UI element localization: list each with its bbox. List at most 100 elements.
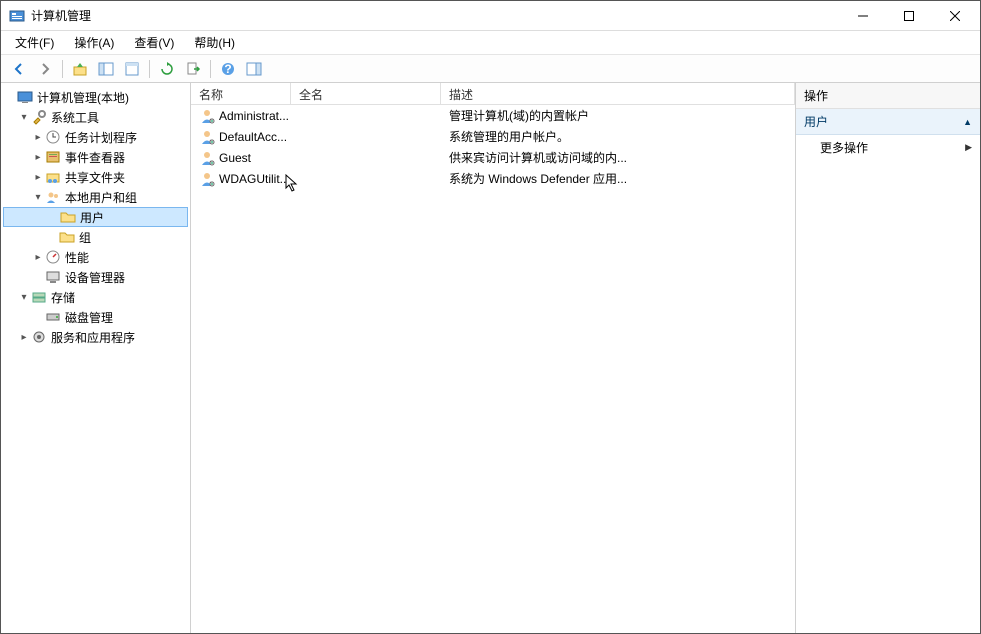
tree-node-system-tools[interactable]: ▾ 系统工具 xyxy=(3,107,188,127)
menu-file[interactable]: 文件(F) xyxy=(7,32,62,53)
collapse-icon[interactable]: ▾ xyxy=(17,112,31,123)
forward-button[interactable] xyxy=(33,58,57,80)
menu-view[interactable]: 查看(V) xyxy=(126,32,182,53)
computer-icon xyxy=(17,89,33,105)
toolbar-separator xyxy=(62,60,63,78)
help-button[interactable]: ? xyxy=(216,58,240,80)
tree-node-performance[interactable]: ▸ 性能 xyxy=(3,247,188,267)
tree-label: 设备管理器 xyxy=(65,269,125,286)
user-icon xyxy=(199,171,215,187)
toolbar-separator xyxy=(210,60,211,78)
user-description-cell: 系统为 Windows Defender 应用... xyxy=(441,170,795,187)
show-hide-action-pane-button[interactable] xyxy=(242,58,266,80)
tree-label: 组 xyxy=(79,229,91,246)
user-description-cell: 系统管理的用户帐户。 xyxy=(441,128,795,145)
show-hide-tree-button[interactable] xyxy=(94,58,118,80)
tree-label: 用户 xyxy=(80,209,104,226)
back-button[interactable] xyxy=(7,58,31,80)
list-row-user[interactable]: Guest供来宾访问计算机或访问域的内... xyxy=(191,147,795,168)
tree-node-event-viewer[interactable]: ▸ 事件查看器 xyxy=(3,147,188,167)
collapse-icon[interactable]: ▾ xyxy=(17,292,31,303)
tree-label: 计算机管理(本地) xyxy=(37,89,129,106)
storage-icon xyxy=(31,289,47,305)
list-row-user[interactable]: WDAGUtilit... 系统为 Windows Defender 应用... xyxy=(191,168,795,189)
tree-label: 系统工具 xyxy=(51,109,99,126)
list-row-user[interactable]: DefaultAcc... 系统管理的用户帐户。 xyxy=(191,126,795,147)
tool-bar: ? xyxy=(1,55,980,83)
shared-folder-icon xyxy=(45,169,61,185)
column-header-fullname[interactable]: 全名 xyxy=(291,83,441,104)
tools-icon xyxy=(31,109,47,125)
column-header-description[interactable]: 描述 xyxy=(441,83,795,104)
user-description-cell: 供来宾访问计算机或访问域的内... xyxy=(441,149,795,166)
tree-node-services-apps[interactable]: ▸ 服务和应用程序 xyxy=(3,327,188,347)
tree-node-groups[interactable]: · 组 xyxy=(3,227,188,247)
up-button[interactable] xyxy=(68,58,92,80)
user-name-cell: Administrat... xyxy=(219,109,289,123)
action-section-label: 用户 xyxy=(804,113,828,130)
user-icon xyxy=(199,108,215,124)
export-button[interactable] xyxy=(181,58,205,80)
tree-label: 存储 xyxy=(51,289,75,306)
collapse-icon: ▲ xyxy=(963,117,972,127)
device-manager-icon xyxy=(45,269,61,285)
menu-help[interactable]: 帮助(H) xyxy=(186,32,243,53)
user-icon xyxy=(199,150,215,166)
svg-text:?: ? xyxy=(224,62,231,76)
tree-node-shared-folders[interactable]: ▸ 共享文件夹 xyxy=(3,167,188,187)
minimize-button[interactable] xyxy=(840,1,886,31)
tree-node-storage[interactable]: ▾ 存储 xyxy=(3,287,188,307)
tree-node-local-users-groups[interactable]: ▾ 本地用户和组 xyxy=(3,187,188,207)
title-bar: 计算机管理 xyxy=(1,1,980,31)
tree-node-users[interactable]: · 用户 xyxy=(3,207,188,227)
action-pane-section-users[interactable]: 用户 ▲ xyxy=(796,109,980,135)
expand-icon[interactable]: ▸ xyxy=(31,152,45,163)
event-viewer-icon xyxy=(45,149,61,165)
menu-action[interactable]: 操作(A) xyxy=(66,32,122,53)
tree-node-device-manager[interactable]: · 设备管理器 xyxy=(3,267,188,287)
menu-bar: 文件(F) 操作(A) 查看(V) 帮助(H) xyxy=(1,31,980,55)
tree-label: 性能 xyxy=(65,249,89,266)
tree-label: 磁盘管理 xyxy=(65,309,113,326)
performance-icon xyxy=(45,249,61,265)
tree-label: 事件查看器 xyxy=(65,149,125,166)
disk-icon xyxy=(45,309,61,325)
toolbar-separator xyxy=(149,60,150,78)
folder-icon xyxy=(59,229,75,245)
user-name-cell: DefaultAcc... xyxy=(219,130,287,144)
window-title: 计算机管理 xyxy=(31,7,840,24)
expand-icon[interactable]: ▸ xyxy=(31,132,45,143)
tree-label: 本地用户和组 xyxy=(65,189,137,206)
action-pane: 操作 用户 ▲ 更多操作 ▶ xyxy=(796,83,980,633)
tree-label: 共享文件夹 xyxy=(65,169,125,186)
list-header: 名称 全名 描述 xyxy=(191,83,795,105)
expand-icon[interactable]: ▸ xyxy=(31,172,45,183)
tree-node-disk-management[interactable]: · 磁盘管理 xyxy=(3,307,188,327)
user-name-cell: WDAGUtilit... xyxy=(219,172,290,186)
details-pane: 名称 全名 描述 Administrat... 管理计算机(域)的内置帐户 Defa… xyxy=(191,83,796,633)
clock-icon xyxy=(45,129,61,145)
tree-label: 服务和应用程序 xyxy=(51,329,135,346)
expand-icon[interactable]: ▸ xyxy=(31,252,45,263)
action-pane-title: 操作 xyxy=(796,83,980,109)
folder-icon xyxy=(60,209,76,225)
users-groups-icon xyxy=(45,189,61,205)
tree-node-computer-management[interactable]: ▾ 计算机管理(本地) xyxy=(3,87,188,107)
expand-icon[interactable]: ▸ xyxy=(17,332,31,343)
app-icon xyxy=(9,8,25,24)
list-body: Administrat... 管理计算机(域)的内置帐户 DefaultAcc...… xyxy=(191,105,795,633)
user-description-cell: 管理计算机(域)的内置帐户 xyxy=(441,107,795,124)
services-icon xyxy=(31,329,47,345)
tree-node-task-scheduler[interactable]: ▸ 任务计划程序 xyxy=(3,127,188,147)
maximize-button[interactable] xyxy=(886,1,932,31)
refresh-button[interactable] xyxy=(155,58,179,80)
close-button[interactable] xyxy=(932,1,978,31)
collapse-icon[interactable]: ▾ xyxy=(31,192,45,203)
column-header-name[interactable]: 名称 xyxy=(191,83,291,104)
export-list-button[interactable] xyxy=(120,58,144,80)
navigation-tree-pane: ▾ 计算机管理(本地) ▾ xyxy=(1,83,191,633)
submenu-icon: ▶ xyxy=(965,142,972,153)
list-row-user[interactable]: Administrat... 管理计算机(域)的内置帐户 xyxy=(191,105,795,126)
action-item-label: 更多操作 xyxy=(820,139,868,156)
action-pane-more-actions[interactable]: 更多操作 ▶ xyxy=(796,135,980,160)
